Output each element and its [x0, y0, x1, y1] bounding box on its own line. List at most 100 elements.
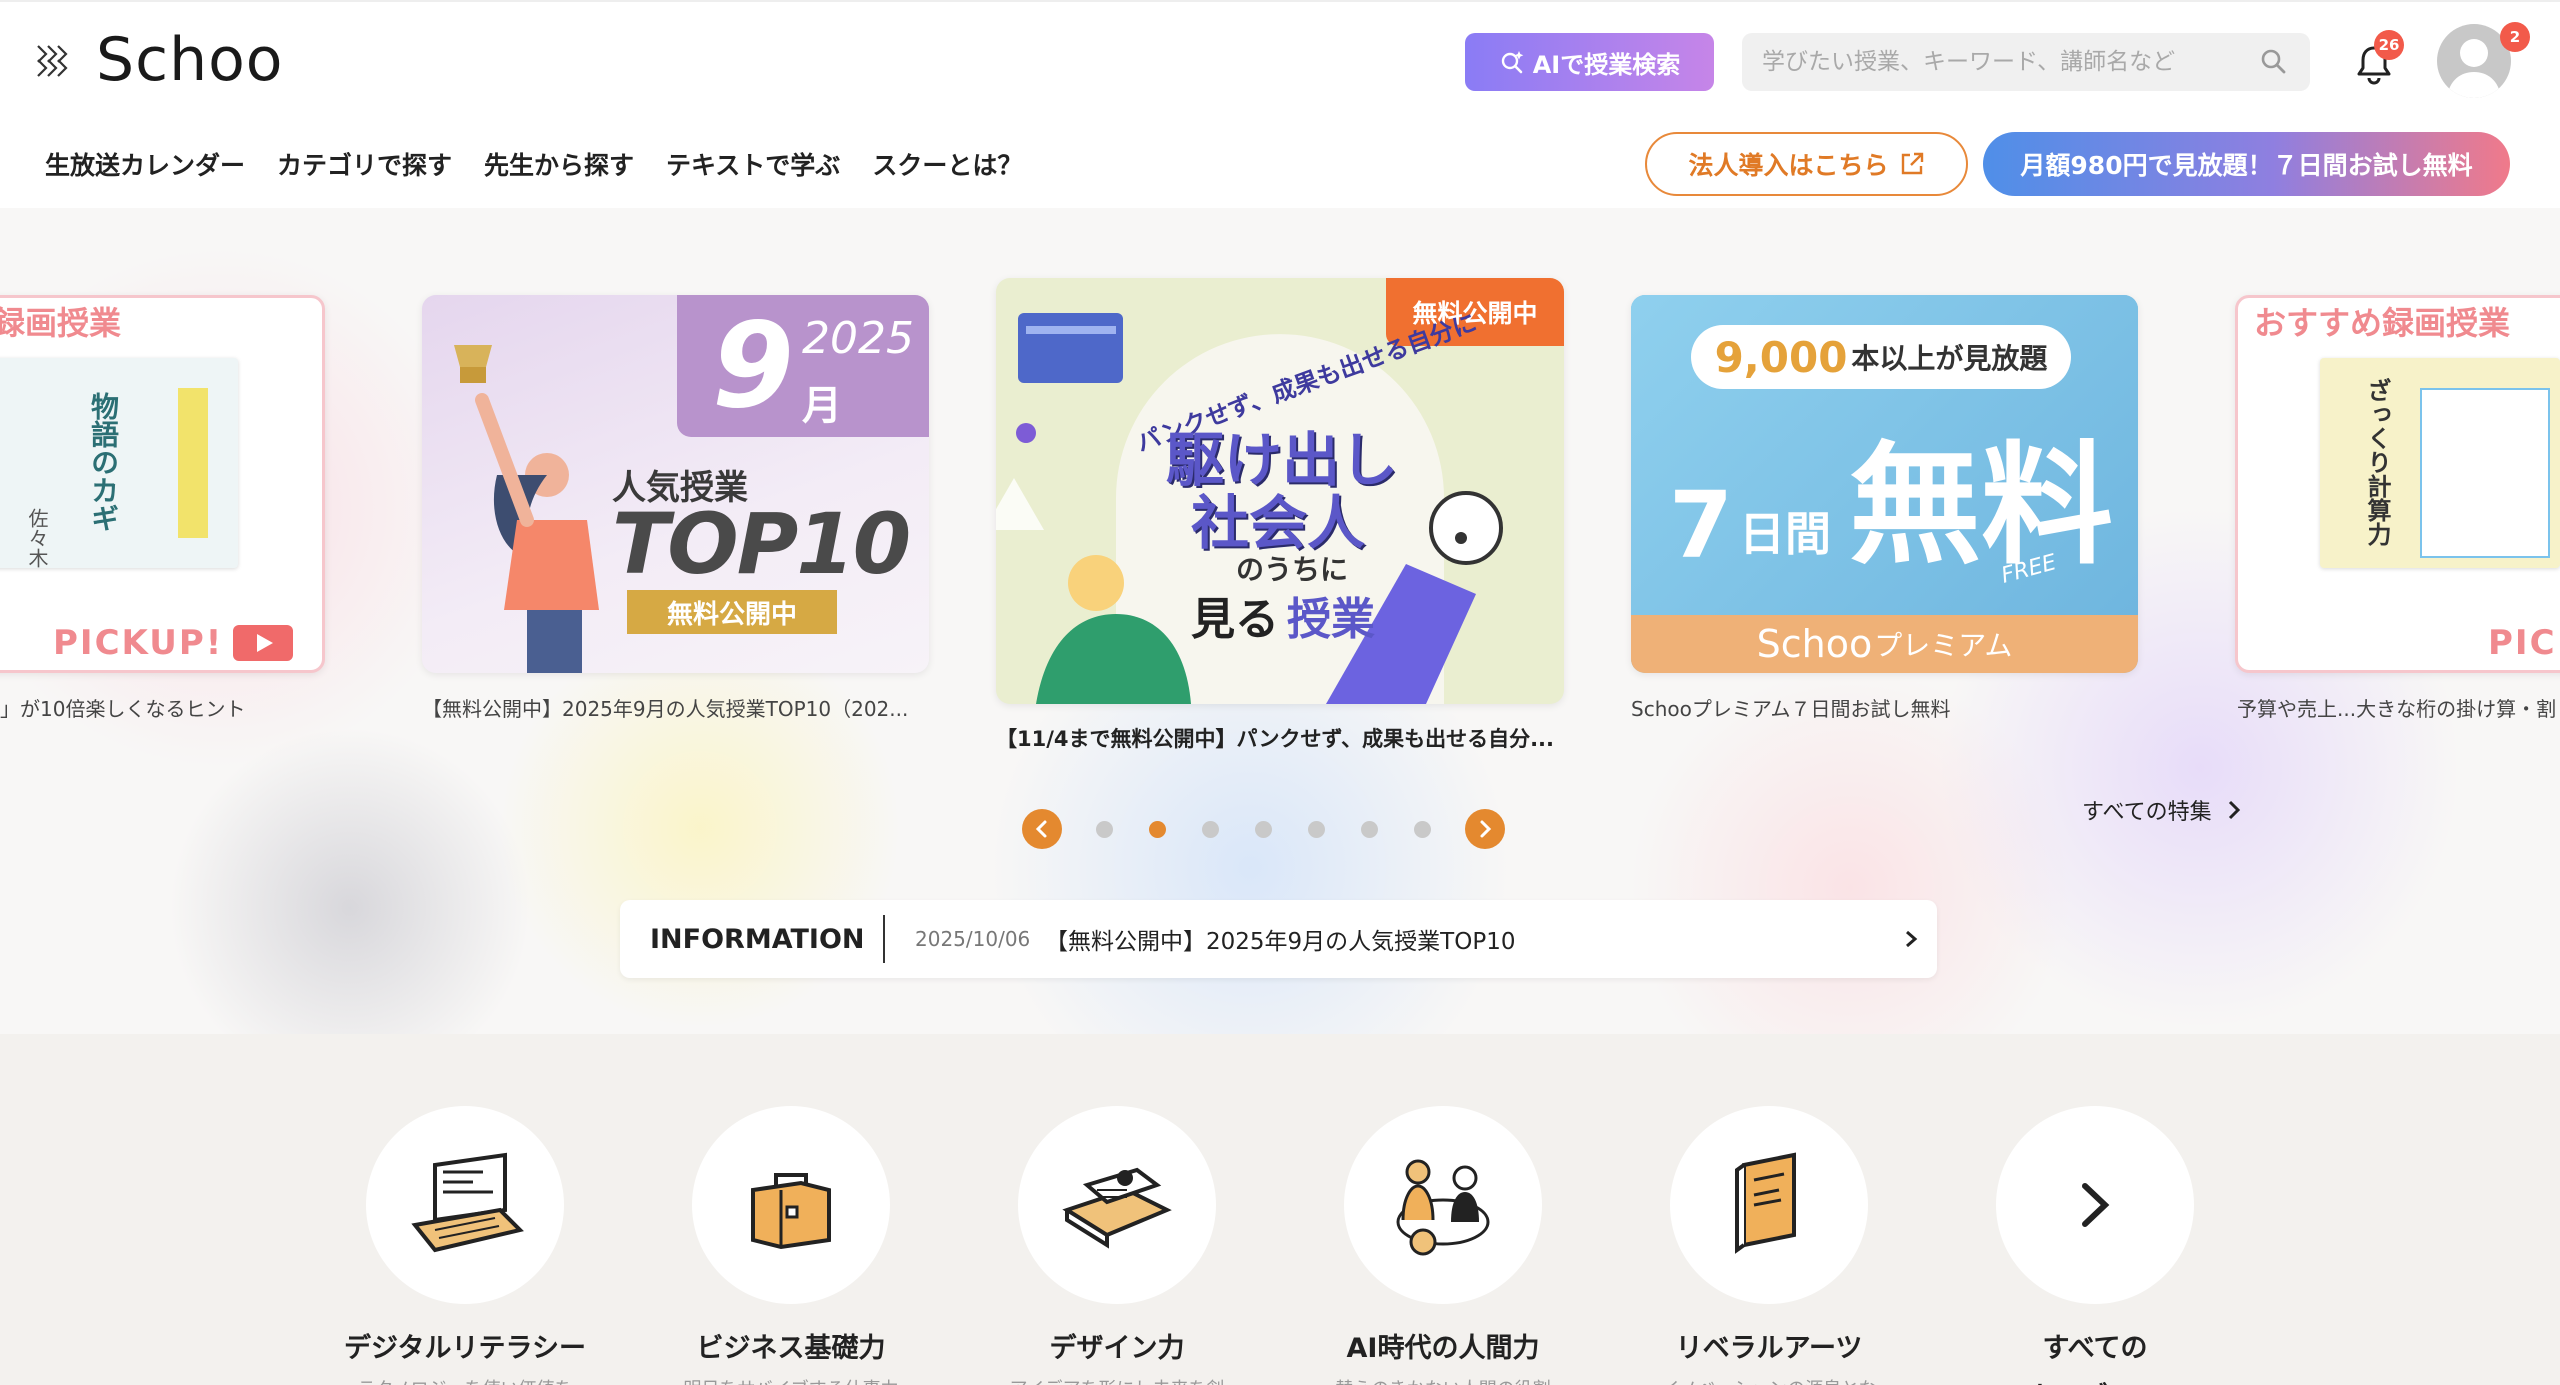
- category-desc: 替えのきかない人間の役割: [1313, 1375, 1573, 1385]
- nav-links: 生放送カレンダー カテゴリで探す 先生から探す テキストで学ぶ スクーとは？: [45, 146, 1022, 182]
- category-digital-literacy[interactable]: デジタルリテラシー テクノロジーを使い価値を: [335, 1106, 595, 1385]
- information-bar[interactable]: INFORMATION 2025/10/06 【無料公開中】2025年9月の人気…: [620, 900, 1937, 978]
- nav-text-learning[interactable]: テキストで学ぶ: [666, 146, 840, 182]
- category-icon-circle: [366, 1106, 564, 1304]
- slide-0-title: 録画授業: [0, 304, 122, 342]
- carousel-dot[interactable]: [1361, 820, 1378, 838]
- category-ai-human[interactable]: AI時代の人間力 替えのきかない人間の役割: [1313, 1106, 1573, 1385]
- category-liberal-arts[interactable]: リベラルアーツ イノベーションの源泉とな: [1639, 1106, 1899, 1385]
- nav-live-calendar[interactable]: 生放送カレンダー: [45, 146, 245, 182]
- carousel-slide-4[interactable]: おすすめ録画授業 ざっくり計算力 PIC: [2235, 295, 2560, 673]
- schoo-logo[interactable]: Schoo: [34, 30, 284, 90]
- slide-0-caption[interactable]: 」が10倍楽しくなるヒント: [0, 693, 245, 722]
- nav-teachers[interactable]: 先生から探す: [484, 146, 634, 182]
- category-name: AI時代の人間力: [1346, 1333, 1540, 1364]
- slide-1-month: 9: [712, 296, 795, 434]
- carousel-slide-0[interactable]: 録画授業 物語のカギ 佐々木 PICKUP!: [0, 295, 325, 673]
- briefcase-icon: [751, 1173, 831, 1250]
- slide-1-year: 2025: [802, 313, 914, 364]
- slide-3-count: 9,000: [1714, 332, 1848, 382]
- chevron-left-icon: [1035, 820, 1047, 838]
- category-all[interactable]: すべての カテゴリへ: [1965, 1106, 2225, 1385]
- category-desc: イノベーションの源泉とな: [1639, 1375, 1899, 1385]
- slide-0-book-title: 物語のカギ: [87, 392, 120, 532]
- search-input[interactable]: [1762, 49, 2258, 75]
- category-icon-circle: [1670, 1106, 1868, 1304]
- slide-4-label: PIC: [2488, 623, 2557, 663]
- category-icon-circle: [692, 1106, 890, 1304]
- slide-0-book-author: 佐々木: [25, 508, 49, 568]
- carousel-slide-1[interactable]: 9 2025 月 人気授業 TOP10 無料公開中: [422, 295, 929, 673]
- category-name: ビジネス基礎力: [696, 1333, 886, 1364]
- carousel-dot[interactable]: [1202, 820, 1219, 838]
- slide-3-caption[interactable]: Schooプレミアム７日間お試し無料: [1631, 693, 1950, 722]
- category-design[interactable]: デザイン力 アイデアを形にし未来を創: [987, 1106, 1247, 1385]
- nav-about[interactable]: スクーとは？: [872, 146, 1022, 182]
- carousel-next-button[interactable]: [1465, 809, 1505, 849]
- category-icon-circle: [1018, 1106, 1216, 1304]
- carousel-dot[interactable]: [1308, 820, 1325, 838]
- carousel-dot[interactable]: [1255, 820, 1272, 838]
- notification-count-badge: 26: [2374, 30, 2404, 60]
- category-icon-circle: [1344, 1106, 1542, 1304]
- laptop-icon: [411, 1152, 524, 1253]
- category-name: デザイン力: [1049, 1333, 1185, 1364]
- carousel-slide-3[interactable]: 9,000 本以上が見放題 7 日間 無料 FREE Schoo プレミアム: [1631, 295, 2138, 673]
- slide-0-label: PICKUP!: [53, 623, 224, 663]
- avatar-badge: 2: [2500, 22, 2530, 52]
- slide-3-free: 無料: [1849, 429, 2114, 583]
- slide-0-book: 物語のカギ 佐々木: [0, 358, 238, 568]
- main-nav: 生放送カレンダー カテゴリで探す 先生から探す テキストで学ぶ スクーとは？ 法…: [0, 120, 2560, 208]
- slide-1-ribbon: 無料公開中: [627, 590, 837, 634]
- slide-2-line3: のうちに: [1236, 553, 1349, 586]
- book-icon: [1735, 1152, 1796, 1254]
- slide-4-caption[interactable]: 予算や売上...大きな桁の掛け算・割: [2237, 693, 2556, 722]
- slide-3-count-suffix: 本以上が見放題: [1851, 342, 2048, 375]
- information-label: INFORMATION: [650, 923, 865, 955]
- ai-search-button[interactable]: AIで授業検索: [1465, 33, 1714, 91]
- nav-categories[interactable]: カテゴリで探す: [277, 146, 452, 182]
- carousel-dot[interactable]: [1096, 820, 1113, 838]
- all-features-link[interactable]: すべての特集: [2082, 794, 2242, 826]
- slide-3-days: 7: [1669, 472, 1734, 579]
- carousel-dot[interactable]: [1414, 820, 1431, 838]
- external-link-icon: [1901, 152, 1923, 175]
- people-icon: [1396, 1159, 1490, 1256]
- carousel-prev-button[interactable]: [1022, 809, 1062, 849]
- category-name: デジタルリテラシー: [344, 1333, 586, 1364]
- trophy-woman-illustration: [454, 345, 599, 673]
- slide-4-book-title: ざっくり計算力: [2363, 378, 2391, 546]
- carousel-slide-2[interactable]: 無料公開中 パンクせず、成果も出せる自分に 駆け出し 社会人 のうちに 見る 授…: [996, 278, 1564, 704]
- hero-section: 録画授業 物語のカギ 佐々木 PICKUP! 」が10倍楽しくなるヒント 9 2…: [0, 208, 2560, 1034]
- all-features-label: すべての特集: [2082, 800, 2212, 825]
- slide-2-caption[interactable]: 【11/4まで無料公開中】パンクせず、成果も出せる自分...: [996, 723, 1554, 753]
- chevron-right-icon: [1480, 820, 1492, 838]
- corporate-label: 法人導入はこちら: [1688, 151, 1889, 180]
- information-text: 【無料公開中】2025年9月の人気授業TOP10: [1045, 929, 1516, 955]
- information-date: 2025/10/06: [915, 927, 1031, 951]
- chevron-right-icon: [2082, 1183, 2110, 1227]
- category-desc: カテゴリへ: [1965, 1375, 2225, 1385]
- search-icon[interactable]: [2258, 46, 2290, 78]
- search-box[interactable]: [1742, 33, 2310, 91]
- ai-search-label: AIで授業検索: [1532, 50, 1681, 79]
- category-name: すべての: [2042, 1333, 2148, 1364]
- site-header: Schoo AIで授業検索 26 2: [0, 0, 2560, 120]
- ai-sparkle-search-icon: [1501, 51, 1524, 74]
- category-desc: テクノロジーを使い価値を: [335, 1375, 595, 1385]
- carousel-dot-active[interactable]: [1149, 820, 1166, 838]
- logo-text: Schoo: [96, 25, 284, 95]
- slide-3-brand: Schoo: [1756, 622, 1873, 666]
- category-desc: 明日をサバイブする仕事力: [661, 1375, 921, 1385]
- slide-1-top10: TOP10: [612, 495, 911, 593]
- corporate-button[interactable]: 法人導入はこちら: [1645, 132, 1968, 196]
- video-play-icon: [233, 625, 294, 661]
- category-business-basics[interactable]: ビジネス基礎力 明日をサバイブする仕事力: [661, 1106, 921, 1385]
- slide-1-caption[interactable]: 【無料公開中】2025年9月の人気授業TOP10（202...: [422, 693, 908, 722]
- logo-mark-icon: [37, 45, 68, 77]
- slide-3-brand-suffix: プレミアム: [1874, 629, 2013, 662]
- free-trial-button[interactable]: 月額980円で見放題！７日間お試し無料: [1983, 132, 2510, 196]
- category-icon-circle: [1996, 1106, 2194, 1304]
- chevron-right-icon: [2228, 800, 2240, 820]
- slide-3-days-unit: 日間: [1739, 507, 1832, 561]
